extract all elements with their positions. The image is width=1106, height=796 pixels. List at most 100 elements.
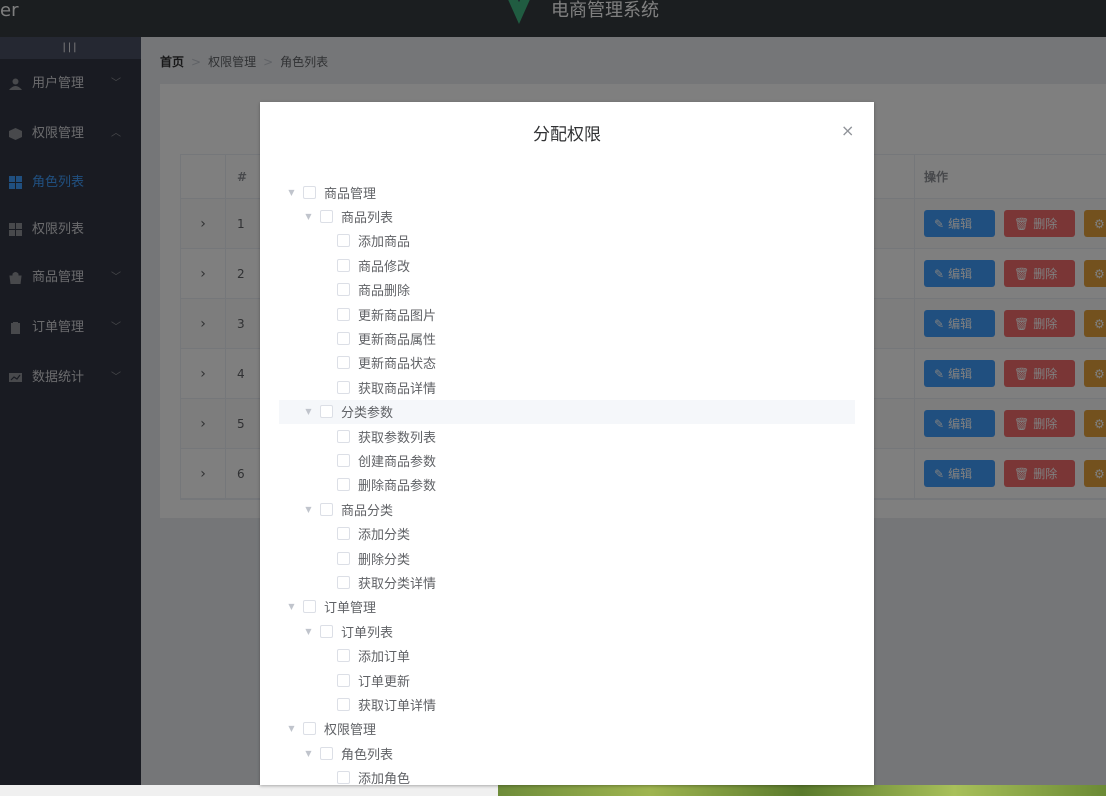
background-image [498,785,1106,796]
tree-node-label: 添加订单 [358,650,411,666]
tree-checkbox[interactable] [337,283,350,297]
tree-checkbox[interactable] [337,429,350,443]
tree-node-label: 获取商品详情 [358,381,437,397]
tree-node-label: 分类参数 [341,406,394,422]
tree-checkbox[interactable] [337,478,350,492]
tree-checkbox[interactable] [320,502,333,516]
tree-checkbox[interactable] [303,722,316,736]
tree-spacer: ▼ [320,456,331,465]
caret-down-icon[interactable]: ▼ [303,749,314,758]
caret-down-icon[interactable]: ▼ [303,627,314,636]
tree-checkbox[interactable] [337,234,350,248]
tree-checkbox[interactable] [320,746,333,760]
tree-node[interactable]: ▼ 商品分类 [279,497,855,521]
tree-spacer: ▼ [320,578,331,587]
tree-checkbox[interactable] [337,673,350,687]
tree-node[interactable]: ▼ 添加商品 [279,229,855,253]
tree-node[interactable]: ▼ 商品管理 [279,180,855,204]
tree-node[interactable]: ▼ 订单更新 [279,668,855,692]
tree-spacer: ▼ [320,529,331,538]
tree-checkbox[interactable] [337,649,350,663]
tree-node-label: 创建商品参数 [358,454,437,470]
caret-down-icon[interactable]: ▼ [286,188,297,197]
tree-checkbox[interactable] [337,453,350,467]
tree-checkbox[interactable] [337,380,350,394]
tree-node-label: 添加角色 [358,772,411,785]
tree-node-label: 删除分类 [358,552,411,568]
caret-down-icon[interactable]: ▼ [286,724,297,733]
tree-node-label: 删除商品参数 [358,479,437,495]
tree-spacer: ▼ [320,480,331,489]
tree-node-label: 获取分类详情 [358,576,437,592]
tree-spacer: ▼ [320,285,331,294]
tree-checkbox[interactable] [337,332,350,346]
tree-node[interactable]: ▼ 添加订单 [279,643,855,667]
tree-spacer: ▼ [320,334,331,343]
tree-node-label: 角色列表 [341,747,394,763]
tree-node-label: 订单管理 [324,601,377,617]
tree-checkbox[interactable] [337,575,350,589]
tree-checkbox[interactable] [337,356,350,370]
caret-down-icon[interactable]: ▼ [303,407,314,416]
tree-node[interactable]: ▼ 添加角色 [279,765,855,785]
tree-node[interactable]: ▼ 更新商品状态 [279,351,855,375]
tree-node[interactable]: ▼ 获取参数列表 [279,424,855,448]
tree-node[interactable]: ▼ 订单管理 [279,595,855,619]
tree-node-label: 商品列表 [341,211,394,227]
tree-spacer: ▼ [320,554,331,563]
tree-spacer: ▼ [320,773,331,782]
tree-node[interactable]: ▼ 创建商品参数 [279,448,855,472]
tree-node-label: 商品删除 [358,284,411,300]
tree-node-label: 商品分类 [341,503,394,519]
tree-checkbox[interactable] [303,185,316,199]
tree-node[interactable]: ▼ 商品修改 [279,253,855,277]
tree-node-label: 获取订单详情 [358,698,437,714]
tree-node[interactable]: ▼ 获取商品详情 [279,375,855,399]
caret-down-icon[interactable]: ▼ [286,602,297,611]
tree-checkbox[interactable] [337,307,350,321]
tree-node[interactable]: ▼ 删除分类 [279,546,855,570]
tree-node[interactable]: ▼ 获取分类详情 [279,570,855,594]
tree-spacer: ▼ [320,383,331,392]
tree-node-label: 商品修改 [358,259,411,275]
tree-checkbox[interactable] [320,405,333,419]
tree-node[interactable]: ▼ 更新商品属性 [279,326,855,350]
tree-node[interactable]: ▼ 权限管理 [279,717,855,741]
tree-node-label: 商品管理 [324,186,377,202]
tree-node-label: 获取参数列表 [358,430,437,446]
tree-spacer: ▼ [320,358,331,367]
tree-checkbox[interactable] [320,210,333,224]
tree-spacer: ▼ [320,676,331,685]
tree-node[interactable]: ▼ 添加分类 [279,521,855,545]
tree-checkbox[interactable] [337,551,350,565]
caret-down-icon[interactable]: ▼ [303,505,314,514]
dialog-title: 分配权限 [533,125,601,145]
tree-node[interactable]: ▼ 角色列表 [279,741,855,765]
tree-node-label: 权限管理 [324,723,377,739]
caret-down-icon[interactable]: ▼ [303,212,314,221]
close-icon[interactable]: × [841,121,854,140]
tree-node-label: 更新商品属性 [358,333,437,349]
tree-node[interactable]: ▼ 商品列表 [279,204,855,228]
tree-node[interactable]: ▼ 分类参数 [279,399,855,424]
tree-node-label: 更新商品状态 [358,357,437,373]
tree-checkbox[interactable] [337,527,350,541]
tree-node-label: 添加分类 [358,528,411,544]
tree-node[interactable]: ▼ 商品删除 [279,278,855,302]
tree-checkbox[interactable] [337,771,350,785]
tree-spacer: ▼ [320,651,331,660]
tree-node-label: 订单列表 [341,625,394,641]
tree-node[interactable]: ▼ 订单列表 [279,619,855,643]
tree-spacer: ▼ [320,700,331,709]
tree-node[interactable]: ▼ 更新商品图片 [279,302,855,326]
tree-spacer: ▼ [320,261,331,270]
tree-checkbox[interactable] [320,624,333,638]
tree-node[interactable]: ▼ 获取订单详情 [279,692,855,716]
tree-node-label: 添加商品 [358,235,411,251]
tree-spacer: ▼ [320,432,331,441]
tree-spacer: ▼ [320,310,331,319]
tree-checkbox[interactable] [303,600,316,614]
tree-checkbox[interactable] [337,258,350,272]
tree-node[interactable]: ▼ 删除商品参数 [279,473,855,497]
tree-checkbox[interactable] [337,697,350,711]
